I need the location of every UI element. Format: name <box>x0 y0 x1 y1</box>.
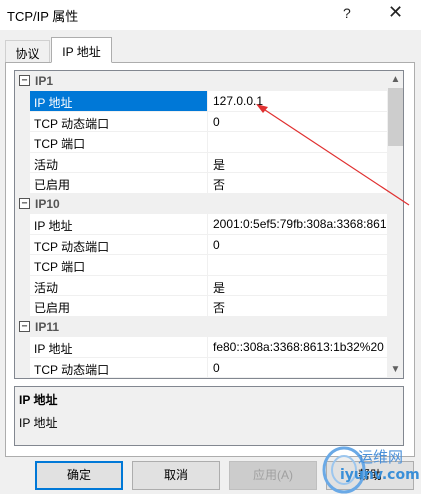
property-name: IP 地址 <box>30 91 208 111</box>
title-bar: TCP/IP 属性 ? ✕ <box>0 0 421 30</box>
category-label: IP11 <box>35 319 60 334</box>
collapse-icon[interactable]: − <box>19 197 30 209</box>
property-name: TCP 端口 <box>30 255 208 275</box>
category-ip1[interactable]: − IP1 <box>15 71 387 91</box>
property-name: 已启用 <box>30 296 208 316</box>
row-gutter <box>15 234 30 255</box>
property-name: TCP 动态端口 <box>30 234 208 255</box>
property-value[interactable]: fe80::308a:3368:8613:1b32%20 <box>209 337 387 357</box>
property-name: TCP 动态端口 <box>30 357 208 378</box>
property-row[interactable]: 活动 是 <box>15 275 387 297</box>
category-label: IP10 <box>35 196 60 211</box>
property-value[interactable]: 是 <box>209 276 387 296</box>
property-row[interactable]: TCP 端口 <box>15 255 387 276</box>
description-title: IP 地址 <box>19 393 58 407</box>
scroll-up-icon[interactable]: ▲ <box>387 71 403 88</box>
description-text: IP 地址 <box>19 416 58 430</box>
tab-ip-address[interactable]: IP 地址 <box>51 37 112 63</box>
property-value[interactable] <box>209 255 387 275</box>
row-gutter <box>15 173 30 193</box>
property-name: TCP 动态端口 <box>30 111 208 132</box>
row-gutter <box>15 91 30 111</box>
property-name: IP 地址 <box>30 336 208 357</box>
scroll-down-icon[interactable]: ▼ <box>387 361 403 378</box>
property-row[interactable]: TCP 动态端口 0 <box>15 234 387 256</box>
property-grid-rows: − IP1 IP 地址 127.0.0.1 TCP 动态端口 0 TCP 端口 … <box>15 71 387 378</box>
property-name: 已启用 <box>30 173 208 193</box>
close-icon[interactable]: ✕ <box>388 2 403 23</box>
category-label: IP1 <box>35 74 54 88</box>
cancel-button[interactable]: 取消 <box>132 461 220 490</box>
property-name: 活动 <box>30 152 208 173</box>
property-grid: − IP1 IP 地址 127.0.0.1 TCP 动态端口 0 TCP 端口 … <box>14 70 404 379</box>
property-name: TCP 端口 <box>30 132 208 152</box>
property-name: IP 地址 <box>30 213 208 234</box>
property-value[interactable]: 否 <box>209 173 387 193</box>
tab-protocol[interactable]: 协议 <box>5 40 50 62</box>
property-row[interactable]: 已启用 否 <box>15 296 387 317</box>
row-gutter <box>15 152 30 173</box>
row-gutter <box>15 357 30 378</box>
collapse-icon[interactable]: − <box>19 320 30 332</box>
property-row[interactable]: TCP 端口 <box>15 132 387 153</box>
help-icon[interactable]: ? <box>343 5 351 21</box>
scroll-thumb[interactable] <box>388 88 403 146</box>
property-row[interactable]: TCP 动态端口 0 <box>15 357 387 378</box>
property-value[interactable]: 0 <box>209 235 387 255</box>
property-value[interactable]: 127.0.0.1 <box>209 91 387 111</box>
property-value[interactable] <box>209 132 387 152</box>
property-row[interactable]: 活动 是 <box>15 152 387 174</box>
category-ip10[interactable]: − IP10 <box>15 193 387 214</box>
row-gutter <box>15 336 30 357</box>
watermark-logo: 运维网 iyunv.com <box>318 440 421 494</box>
description-panel: IP 地址 IP 地址 <box>14 386 404 446</box>
vertical-scrollbar[interactable]: ▲ ▼ <box>387 71 403 378</box>
property-row[interactable]: IP 地址 fe80::308a:3368:8613:1b32%20 <box>15 336 387 358</box>
row-gutter <box>15 255 30 275</box>
row-gutter <box>15 213 30 234</box>
category-ip11[interactable]: − IP11 <box>15 316 387 337</box>
watermark-domain: iyunv.com <box>340 467 420 483</box>
row-gutter <box>15 132 30 152</box>
apply-button[interactable]: 应用(A) <box>229 461 317 490</box>
property-value[interactable]: 0 <box>209 358 387 378</box>
property-value[interactable]: 是 <box>209 153 387 173</box>
property-row[interactable]: IP 地址 127.0.0.1 <box>15 91 387 112</box>
property-value[interactable]: 2001:0:5ef5:79fb:308a:3368:8613: <box>209 214 387 234</box>
property-row[interactable]: 已启用 否 <box>15 173 387 194</box>
row-gutter <box>15 296 30 316</box>
window-title: TCP/IP 属性 <box>7 9 79 24</box>
property-name: 活动 <box>30 275 208 296</box>
property-row[interactable]: TCP 动态端口 0 <box>15 111 387 133</box>
watermark-text: 运维网 <box>358 448 404 466</box>
row-gutter <box>15 111 30 132</box>
property-value[interactable]: 0 <box>209 112 387 132</box>
collapse-icon[interactable]: − <box>19 75 30 86</box>
ok-button[interactable]: 确定 <box>35 461 123 490</box>
row-gutter <box>15 275 30 296</box>
property-row[interactable]: IP 地址 2001:0:5ef5:79fb:308a:3368:8613: <box>15 213 387 235</box>
property-value[interactable]: 否 <box>209 296 387 316</box>
